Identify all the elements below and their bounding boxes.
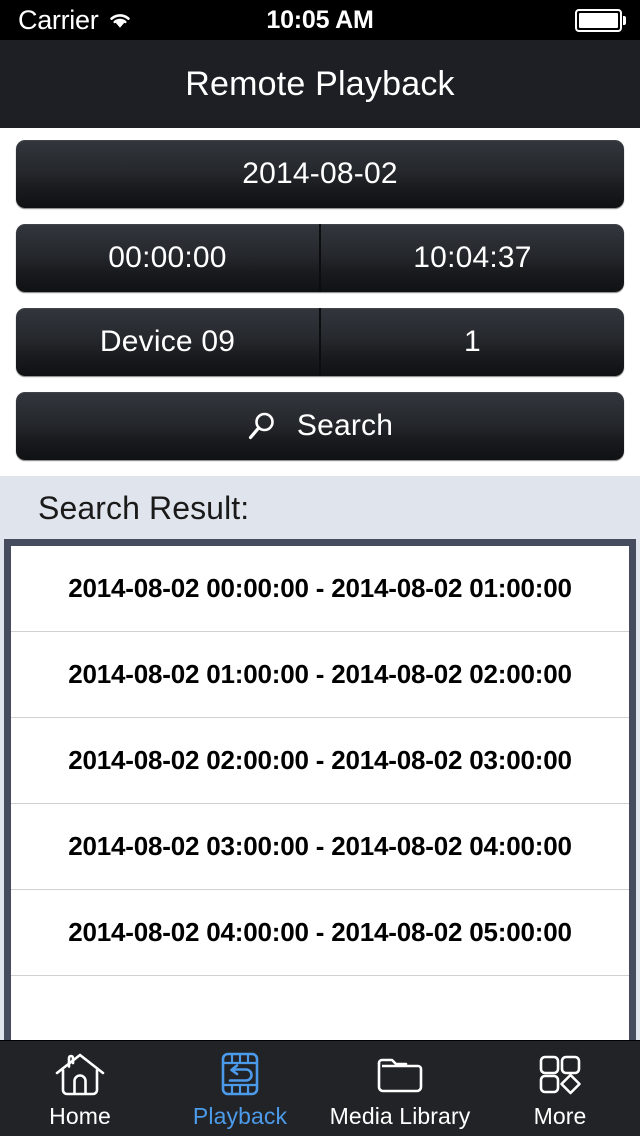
tab-bar: Home Playback Media Library More xyxy=(0,1040,640,1136)
tab-playback-label: Playback xyxy=(192,1103,288,1129)
tab-media-library[interactable]: Media Library xyxy=(320,1041,480,1130)
tab-more[interactable]: More xyxy=(480,1041,640,1130)
search-button-content[interactable]: Search xyxy=(16,392,624,460)
folder-icon xyxy=(372,1049,428,1099)
search-row: Search xyxy=(16,392,624,460)
tab-media-library-label: Media Library xyxy=(329,1103,471,1129)
status-bar-clock: 10:05 AM xyxy=(266,5,374,34)
house-icon xyxy=(52,1049,108,1099)
search-result-list[interactable]: 2014-08-02 00:00:00 - 2014-08-02 01:00:0… xyxy=(4,539,636,1040)
device-row: Device 09 1 xyxy=(16,308,624,376)
list-item[interactable]: 2014-08-02 00:00:00 - 2014-08-02 01:00:0… xyxy=(11,546,629,632)
tab-playback[interactable]: Playback xyxy=(160,1041,320,1130)
search-button[interactable]: Search xyxy=(16,392,624,460)
date-row: 2014-08-02 xyxy=(16,140,624,208)
search-button-label: Search xyxy=(296,409,394,442)
grid-diamond-icon xyxy=(532,1049,588,1099)
tab-home[interactable]: Home xyxy=(0,1041,160,1130)
list-item[interactable]: 2014-08-02 04:00:00 - 2014-08-02 05:00:0… xyxy=(11,890,629,976)
list-item[interactable]: 2014-08-02 02:00:00 - 2014-08-02 03:00:0… xyxy=(11,718,629,804)
start-time-button[interactable]: 00:00:00 xyxy=(16,224,319,292)
search-result-list-wrapper: 2014-08-02 00:00:00 - 2014-08-02 01:00:0… xyxy=(0,539,640,1040)
page-title: Remote Playback xyxy=(185,64,455,103)
end-time-button[interactable]: 10:04:37 xyxy=(321,224,624,292)
navigation-bar: Remote Playback xyxy=(0,40,640,128)
status-bar: Carrier 10:05 AM xyxy=(0,0,640,40)
channel-button[interactable]: 1 xyxy=(321,308,624,376)
device-channel-group: Device 09 1 xyxy=(16,308,624,376)
app-screen: Carrier 10:05 AM Remote Playback 2014-08… xyxy=(0,0,640,1136)
date-button[interactable]: 2014-08-02 xyxy=(16,140,624,208)
tab-home-label: Home xyxy=(49,1103,111,1129)
film-replay-icon xyxy=(212,1049,268,1099)
date-value[interactable]: 2014-08-02 xyxy=(16,140,624,208)
time-range-group: 00:00:00 10:04:37 xyxy=(16,224,624,292)
search-result-label: Search Result: xyxy=(38,490,250,526)
device-button[interactable]: Device 09 xyxy=(16,308,319,376)
time-row: 00:00:00 10:04:37 xyxy=(16,224,624,292)
list-item[interactable]: 2014-08-02 01:00:00 - 2014-08-02 02:00:0… xyxy=(11,632,629,718)
list-item[interactable]: 2014-08-02 03:00:00 - 2014-08-02 04:00:0… xyxy=(11,804,629,890)
search-result-header: Search Result: xyxy=(0,476,640,539)
magnifier-icon xyxy=(247,411,275,441)
tab-more-label: More xyxy=(533,1103,587,1129)
search-form: 2014-08-02 00:00:00 10:04:37 Device 09 1 xyxy=(0,128,640,476)
